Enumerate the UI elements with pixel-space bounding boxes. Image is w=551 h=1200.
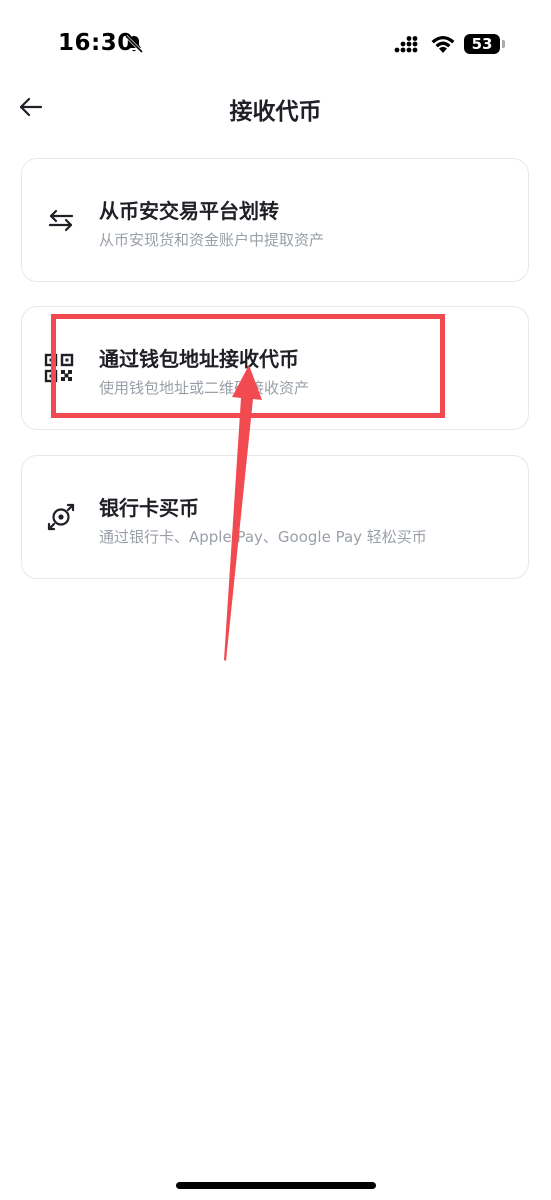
bell-slash-icon xyxy=(124,34,144,54)
option-bank-card-buy[interactable]: 银行卡买币 通过银行卡、Apple Pay、Google Pay 轻松买币 xyxy=(21,455,529,579)
page-title: 接收代币 xyxy=(229,99,322,125)
receive-token-screen: 16:30 53 接收代币 从币安交易平台划转 从币安现货和资金账户中提取资产 … xyxy=(0,0,551,1200)
option-subtitle: 从币安现货和资金账户中提取资产 xyxy=(99,231,325,249)
option-subtitle: 通过银行卡、Apple Pay、Google Pay 轻松买币 xyxy=(99,528,427,546)
transfer-arrows-icon xyxy=(46,205,76,235)
qr-code-icon xyxy=(44,353,74,383)
option-title: 银行卡买币 xyxy=(99,496,199,520)
status-bar: 16:30 53 xyxy=(0,0,551,90)
home-indicator[interactable] xyxy=(176,1182,376,1189)
header: 接收代币 xyxy=(0,80,551,136)
option-title: 从币安交易平台划转 xyxy=(99,199,279,223)
wifi-icon xyxy=(431,36,455,53)
option-exchange-transfer[interactable]: 从币安交易平台划转 从币安现货和资金账户中提取资产 xyxy=(21,158,529,282)
signal-icon xyxy=(394,36,418,53)
status-time: 16:30 xyxy=(58,30,134,56)
option-title: 通过钱包地址接收代币 xyxy=(99,347,299,371)
option-wallet-address[interactable]: 通过钱包地址接收代币 使用钱包地址或二维码接收资产 xyxy=(21,306,529,430)
buy-crypto-icon xyxy=(46,502,76,532)
battery-icon: 53 xyxy=(464,34,500,54)
option-subtitle: 使用钱包地址或二维码接收资产 xyxy=(99,379,310,397)
battery-cap xyxy=(502,40,505,48)
